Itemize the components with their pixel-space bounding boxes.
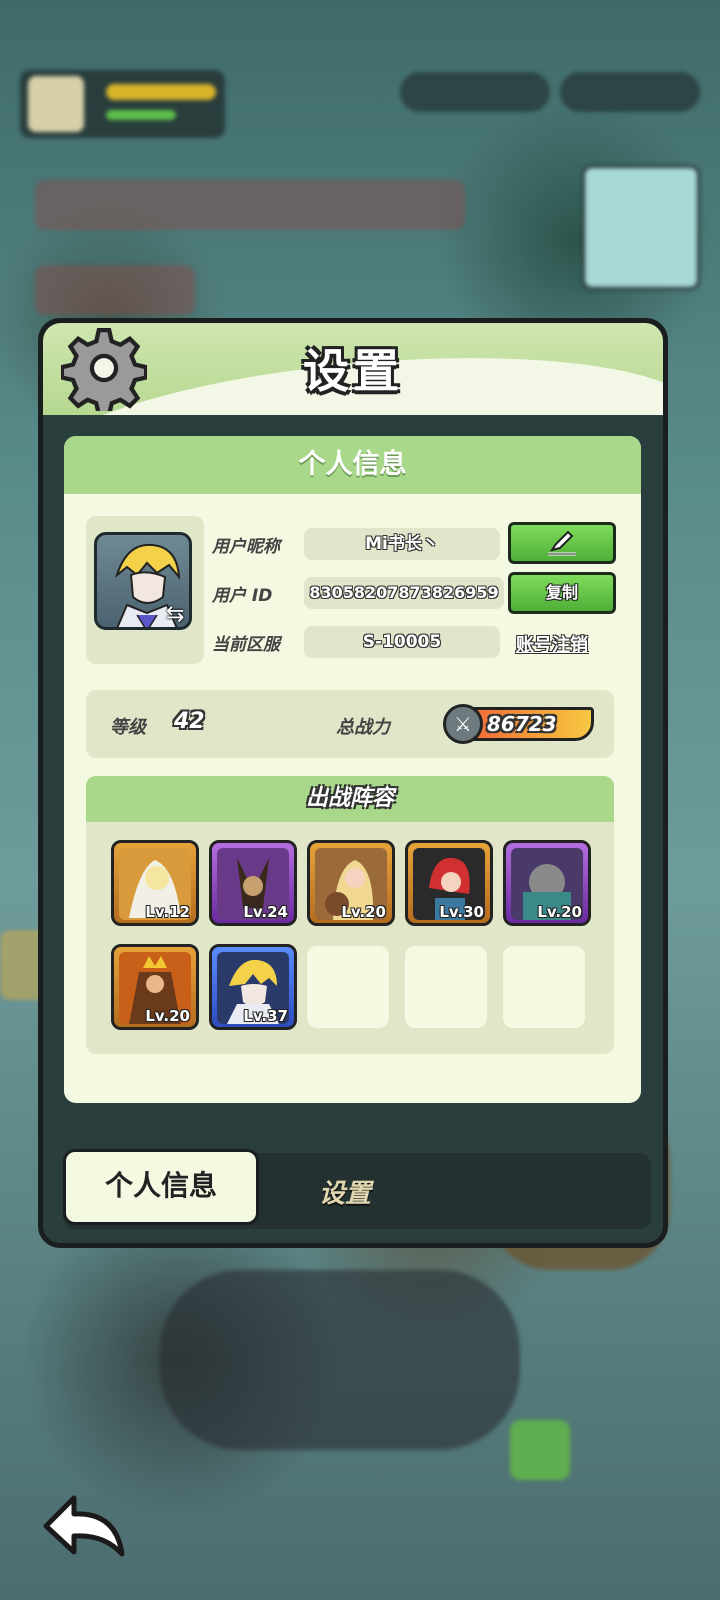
- nickname-value: Mi书长丶: [304, 528, 500, 560]
- settings-dialog: 设置 个人信息 ⇆ 用户昵称 Mi书长丶 用户 ID 8305820787382…: [38, 318, 668, 1248]
- hero-slot-3[interactable]: Lv.20: [307, 840, 395, 926]
- hero-slot-2[interactable]: Lv.24: [209, 840, 297, 926]
- profile-panel: 个人信息 ⇆ 用户昵称 Mi书长丶 用户 ID 8305820787382695…: [64, 436, 641, 1103]
- id-label: 用户 ID: [212, 586, 273, 606]
- account-logout-link[interactable]: 账号注销: [516, 631, 588, 657]
- bg-rocks: [160, 1270, 520, 1450]
- hero-slot-4[interactable]: Lv.30: [405, 840, 493, 926]
- id-value: 83058207873826959: [304, 577, 504, 609]
- tab-settings[interactable]: 设置: [319, 1173, 371, 1210]
- hero-level: Lv.12: [145, 903, 190, 921]
- hud-resource-1: [400, 72, 550, 112]
- pencil-icon: [548, 530, 576, 556]
- hero-slot-6[interactable]: Lv.20: [111, 944, 199, 1030]
- hero-level: Lv.30: [439, 903, 484, 921]
- hero-slot-empty-3[interactable]: [503, 946, 585, 1028]
- copy-button[interactable]: 复制: [508, 572, 616, 614]
- hero-level: Lv.24: [243, 903, 288, 921]
- bg-green-item: [510, 1420, 570, 1480]
- tab-profile[interactable]: 个人信息: [63, 1149, 259, 1225]
- avatar-box[interactable]: ⇆: [86, 516, 204, 664]
- battle-lineup: 出战阵容 Lv.12 Lv.24 Lv.20 Lv.30 Lv.20 Lv.20…: [86, 776, 614, 1054]
- level-label: 等级: [110, 717, 146, 738]
- hero-slot-1[interactable]: Lv.12: [111, 840, 199, 926]
- dialog-title: 设置: [303, 344, 403, 398]
- hero-slot-empty-1[interactable]: [307, 946, 389, 1028]
- stats-box: 等级 42 总战力 ⚔ 86723: [86, 690, 614, 758]
- tab-bar: 个人信息 设置: [63, 1149, 651, 1229]
- swap-icon[interactable]: ⇆: [166, 602, 184, 627]
- power-label: 总战力: [336, 717, 390, 738]
- back-arrow-icon[interactable]: [38, 1490, 128, 1562]
- level-value: 42: [174, 709, 205, 734]
- hud-hero-row: [35, 180, 465, 230]
- lineup-title: 出战阵容: [86, 776, 614, 822]
- hud-minimap: [582, 165, 700, 290]
- panel-title: 个人信息: [64, 436, 641, 494]
- crossed-swords-icon: ⚔: [443, 704, 483, 744]
- edit-nickname-button[interactable]: [508, 522, 616, 564]
- server-label: 当前区服: [212, 635, 280, 655]
- hud-resource-2: [560, 72, 700, 112]
- power-badge: ⚔ 86723: [443, 704, 594, 744]
- hud-hero-row-2: [35, 265, 195, 315]
- hero-level: Lv.20: [537, 903, 582, 921]
- hero-slot-5[interactable]: Lv.20: [503, 840, 591, 926]
- server-value: S-10005: [304, 626, 500, 658]
- hero-slot-7[interactable]: Lv.37: [209, 944, 297, 1030]
- hero-level: Lv.20: [145, 1007, 190, 1025]
- nickname-label: 用户昵称: [212, 537, 280, 557]
- hero-level: Lv.37: [243, 1007, 288, 1025]
- hud-player-card: [20, 70, 225, 138]
- power-value: 86723: [487, 712, 557, 736]
- hero-level: Lv.20: [341, 903, 386, 921]
- hero-slot-empty-2[interactable]: [405, 946, 487, 1028]
